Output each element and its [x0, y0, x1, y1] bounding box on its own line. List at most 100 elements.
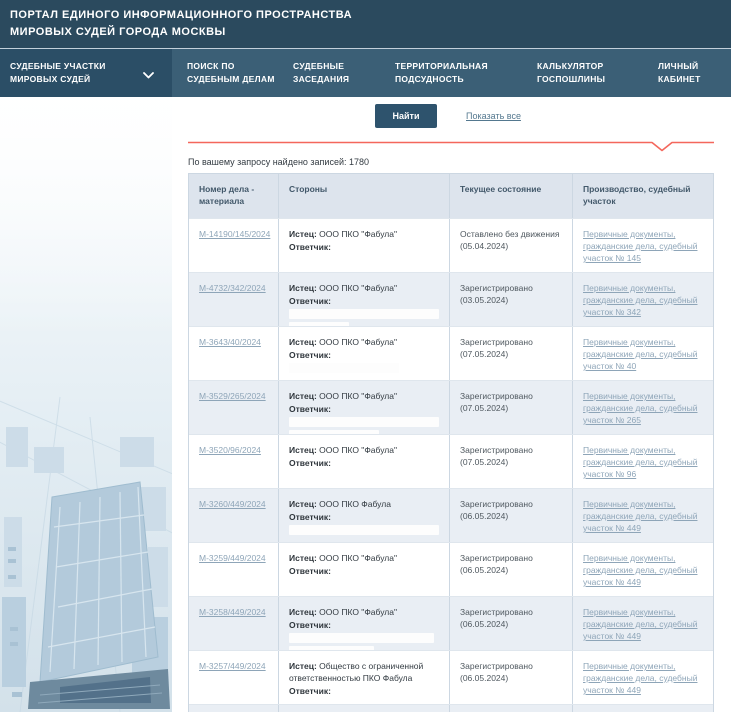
- defendant-label: Ответчик:: [289, 404, 331, 414]
- case-number-link[interactable]: М-3259/449/2024: [199, 553, 266, 563]
- defendant-label: Ответчик:: [289, 350, 331, 360]
- cell-case-number: [189, 705, 278, 712]
- cases-table: Номер дела - материала Стороны Текущее с…: [188, 173, 714, 712]
- cell-parties: Истец: ООО ПКО "Фабула" Ответчик:: [278, 543, 449, 596]
- case-number-link[interactable]: М-3257/449/2024: [199, 661, 266, 671]
- production-link[interactable]: Первичные документы, гражданские дела, с…: [583, 283, 697, 317]
- defendant-label: Ответчик:: [289, 458, 331, 468]
- plaintiff-value: ООО ПКО Фабула: [319, 499, 391, 509]
- table-row: М-3520/96/2024 Истец: ООО ПКО "Фабула" О…: [189, 434, 713, 488]
- nav-item-court-sessions[interactable]: СУДЕБНЫЕ ЗАСЕДАНИЯ: [293, 49, 395, 97]
- defendant-label: Ответчик:: [289, 242, 331, 252]
- cell-status: Зарегистрировано (06.05.2024): [449, 489, 572, 542]
- status-date: (06.05.2024): [460, 618, 562, 630]
- cell-case-number: М-3260/449/2024: [189, 489, 278, 542]
- plaintiff-label: Истец:: [289, 499, 317, 509]
- cell-production: [572, 705, 713, 712]
- table-row: М-14190/145/2024 Истец: ООО ПКО "Фабула"…: [189, 218, 713, 272]
- case-number-link[interactable]: М-4732/342/2024: [199, 283, 266, 293]
- production-link[interactable]: Первичные документы, гражданские дела, с…: [583, 445, 697, 479]
- cell-status: Зарегистрировано (07.05.2024): [449, 435, 572, 488]
- production-link[interactable]: Первичные документы, гражданские дела, с…: [583, 337, 697, 371]
- redacted-text: [289, 417, 439, 427]
- search-actions: Найти Показать все: [375, 104, 714, 128]
- cell-production: Первичные документы, гражданские дела, с…: [572, 651, 713, 704]
- cell-parties: Истец: ООО ПКО "Фабула" Ответчик:: [278, 381, 449, 434]
- case-number-link[interactable]: М-3258/449/2024: [199, 607, 266, 617]
- column-header-case-number: Номер дела - материала: [189, 174, 278, 218]
- status-date: (03.05.2024): [460, 294, 562, 306]
- production-link[interactable]: Первичные документы, гражданские дела, с…: [583, 499, 697, 533]
- case-number-link[interactable]: М-14190/145/2024: [199, 229, 270, 239]
- defendant-label: Ответчик:: [289, 686, 331, 696]
- cell-case-number: М-3257/449/2024: [189, 651, 278, 704]
- show-all-link[interactable]: Показать все: [466, 111, 521, 121]
- production-link[interactable]: Первичные документы, гражданские дела, с…: [583, 229, 697, 263]
- nav-item-label: КАБИНЕТ: [658, 73, 720, 86]
- cell-case-number: М-3643/40/2024: [189, 327, 278, 380]
- main-nav: СУДЕБНЫЕ УЧАСТКИ МИРОВЫХ СУДЕЙ ПОИСК ПО …: [0, 48, 731, 97]
- nav-item-case-search[interactable]: ПОИСК ПО СУДЕБНЫМ ДЕЛАМ: [187, 49, 293, 97]
- cell-status: Оставлено без движения (05.04.2024): [449, 219, 572, 272]
- nav-item-personal-account[interactable]: ЛИЧНЫЙ КАБИНЕТ: [658, 49, 720, 97]
- cell-parties: Истец: ООО ПКО "Фабула" Ответчик:: [278, 327, 449, 380]
- production-link[interactable]: Первичные документы, гражданские дела, с…: [583, 607, 697, 641]
- nav-item-label: ГОСПОШЛИНЫ: [537, 73, 658, 86]
- sidebar-city-background: [0, 97, 172, 712]
- cell-status: Зарегистрировано (03.05.2024): [449, 273, 572, 326]
- table-row: М-3260/449/2024 Истец: ООО ПКО Фабула От…: [189, 488, 713, 542]
- nav-item-court-districts[interactable]: СУДЕБНЫЕ УЧАСТКИ МИРОВЫХ СУДЕЙ: [0, 49, 172, 97]
- case-number-link[interactable]: М-3529/265/2024: [199, 391, 266, 401]
- cell-parties: Истец: ООО ПКО "Фабула" Ответчик:: [278, 273, 449, 326]
- plaintiff-value: ООО ПКО "Фабула": [319, 283, 397, 293]
- case-number-link[interactable]: М-3260/449/2024: [199, 499, 266, 509]
- status-text: Зарегистрировано: [460, 336, 562, 348]
- cell-production: Первичные документы, гражданские дела, с…: [572, 219, 713, 272]
- redacted-text: [289, 646, 374, 650]
- redacted-text: [289, 363, 399, 373]
- table-row: [189, 704, 713, 712]
- plaintiff-label: Истец:: [289, 391, 317, 401]
- nav-item-label: СУДЕБНЫЕ: [293, 60, 395, 73]
- redacted-text: [289, 633, 434, 643]
- find-button[interactable]: Найти: [375, 104, 437, 128]
- site-header: ПОРТАЛ ЕДИНОГО ИНФОРМАЦИОННОГО ПРОСТРАНС…: [0, 0, 731, 48]
- status-text: Зарегистрировано: [460, 444, 562, 456]
- column-header-status: Текущее состояние: [449, 174, 572, 218]
- case-number-link[interactable]: М-3520/96/2024: [199, 445, 261, 455]
- plaintiff-label: Истец:: [289, 337, 317, 347]
- nav-item-territorial-jurisdiction[interactable]: ТЕРРИТОРИАЛЬНАЯ ПОДСУДНОСТЬ: [395, 49, 537, 97]
- plaintiff-label: Истец:: [289, 553, 317, 563]
- cell-production: Первичные документы, гражданские дела, с…: [572, 327, 713, 380]
- redacted-text: [289, 525, 439, 535]
- site-title-line2: МИРОВЫХ СУДЕЙ ГОРОДА МОСКВЫ: [10, 24, 731, 41]
- defendant-value: [289, 416, 439, 434]
- plaintiff-value: ООО ПКО "Фабула": [319, 607, 397, 617]
- production-link[interactable]: Первичные документы, гражданские дела, с…: [583, 661, 697, 695]
- plaintiff-label: Истец:: [289, 661, 317, 671]
- status-text: Зарегистрировано: [460, 498, 562, 510]
- cell-status: Зарегистрировано (06.05.2024): [449, 651, 572, 704]
- nav-item-label: ПОДСУДНОСТЬ: [395, 73, 537, 86]
- cell-parties: Истец: Общество с ограниченной ответстве…: [278, 651, 449, 704]
- cell-case-number: М-14190/145/2024: [189, 219, 278, 272]
- plaintiff-label: Истец:: [289, 283, 317, 293]
- nav-item-fee-calculator[interactable]: КАЛЬКУЛЯТОР ГОСПОШЛИНЫ: [537, 49, 658, 97]
- redacted-text: [289, 322, 349, 326]
- cell-status: Зарегистрировано (06.05.2024): [449, 543, 572, 596]
- table-row: М-3258/449/2024 Истец: ООО ПКО "Фабула" …: [189, 596, 713, 650]
- defendant-label: Ответчик:: [289, 296, 331, 306]
- status-date: (06.05.2024): [460, 672, 562, 684]
- cell-case-number: М-3520/96/2024: [189, 435, 278, 488]
- nav-item-label: ЛИЧНЫЙ: [658, 60, 720, 73]
- production-link[interactable]: Первичные документы, гражданские дела, с…: [583, 553, 697, 587]
- case-number-link[interactable]: М-3643/40/2024: [199, 337, 261, 347]
- production-link[interactable]: Первичные документы, гражданские дела, с…: [583, 391, 697, 425]
- status-text: Зарегистрировано: [460, 660, 562, 672]
- plaintiff-label: Истец:: [289, 445, 317, 455]
- chevron-down-icon: [143, 66, 154, 84]
- search-results-panel: Найти Показать все По вашему запросу най…: [172, 97, 731, 712]
- nav-items: ПОИСК ПО СУДЕБНЫМ ДЕЛАМ СУДЕБНЫЕ ЗАСЕДАН…: [172, 49, 720, 97]
- portal-window: ПОРТАЛ ЕДИНОГО ИНФОРМАЦИОННОГО ПРОСТРАНС…: [0, 0, 731, 712]
- cell-status: Зарегистрировано (07.05.2024): [449, 381, 572, 434]
